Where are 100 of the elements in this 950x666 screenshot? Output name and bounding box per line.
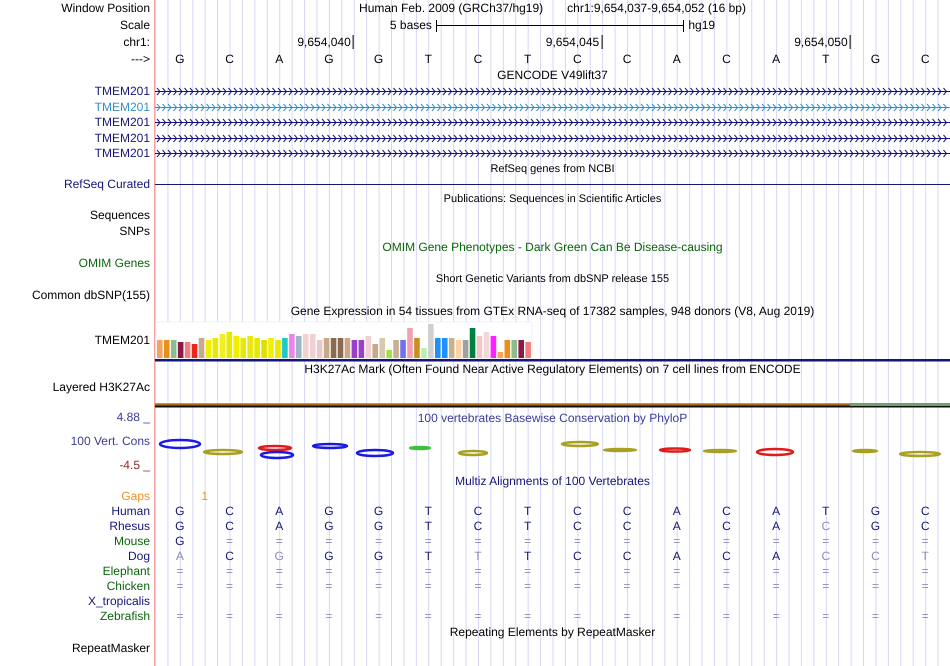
aligned-base: =	[274, 565, 284, 579]
aligned-base: =	[622, 535, 632, 549]
track-title: Publications: Sequences in Scientific Articles	[444, 193, 662, 206]
base-letter: G	[323, 52, 335, 66]
base-letter: C	[472, 52, 484, 66]
aligned-base: C	[572, 520, 583, 534]
aligned-base: =	[572, 610, 582, 624]
track-label[interactable]: RefSeq Curated	[64, 178, 150, 192]
ruler-tick: 9,654,045	[546, 35, 602, 49]
track-label[interactable]: TMEM201	[94, 132, 150, 145]
track-label[interactable]: Sequences	[90, 208, 150, 222]
aligned-base: =	[225, 610, 234, 624]
aligned-base: =	[473, 535, 482, 549]
base-letter: A	[771, 52, 782, 66]
track-title: Multiz Alignments of 100 Vertebrates	[455, 474, 650, 488]
aligned-base: G	[372, 520, 384, 534]
aligned-base: C	[721, 550, 732, 564]
track-label[interactable]: OMIM Genes	[78, 256, 150, 270]
track-label[interactable]: Common dbSNP(155)	[32, 288, 150, 302]
aligned-base: C	[224, 520, 235, 534]
aligned-base: =	[374, 580, 384, 594]
aligned-base: =	[424, 565, 433, 579]
aligned-base: =	[920, 535, 930, 549]
axis-max-label: 4.88 _	[116, 410, 150, 424]
track-label[interactable]: TMEM201	[94, 100, 150, 114]
track-title: H3K27Ac Mark (Often Found Near Active Regulatory Elements) on 7 cell lines from ENCODE	[304, 362, 801, 376]
aligned-base: A	[174, 550, 185, 564]
track-label[interactable]: RepeatMasker	[72, 642, 150, 656]
aligned-base: =	[374, 565, 384, 579]
track-label[interactable]: Dog	[128, 550, 150, 564]
aligned-base: C	[721, 505, 732, 519]
aligned-base: =	[821, 565, 830, 579]
aligned-base: C	[224, 550, 235, 564]
aligned-base: =	[473, 565, 482, 579]
aligned-base: A	[771, 520, 782, 534]
aligned-base: =	[772, 580, 781, 594]
axis-min-label: -4.5 _	[119, 459, 150, 472]
aligned-base: C	[820, 550, 832, 564]
track-label[interactable]: TMEM201	[94, 85, 150, 98]
track-label[interactable]: Rhesus	[109, 520, 150, 534]
aligned-base: A	[274, 520, 284, 534]
aligned-base: =	[870, 535, 880, 549]
track-title: Repeating Elements by RepeatMasker	[450, 626, 656, 640]
aligned-base: T	[424, 505, 433, 519]
track-title: OMIM Gene Phenotypes - Dark Green Can Be Disease-causing	[382, 240, 723, 254]
aligned-base: G	[323, 520, 335, 534]
aligned-base: =	[523, 565, 532, 579]
aligned-base: A	[672, 550, 682, 564]
base-letter: A	[672, 52, 682, 66]
aligned-base: C	[920, 505, 930, 519]
track-label[interactable]: TMEM201	[94, 116, 150, 130]
assembly-text: hg19	[688, 18, 716, 32]
track-label[interactable]: Elephant	[102, 565, 150, 579]
track-label[interactable]: 100 Vert. Cons	[70, 434, 150, 448]
aligned-base: =	[324, 610, 334, 624]
row-label: Window Position	[61, 2, 150, 16]
aligned-base: =	[274, 535, 284, 549]
aligned-base: C	[870, 550, 881, 564]
track-title: GENCODE V49lift37	[497, 69, 608, 83]
aligned-base: C	[622, 520, 632, 534]
scale-text: 5 bases	[390, 18, 432, 32]
track-label[interactable]: Layered H3K27Ac	[52, 380, 150, 394]
base-letter: C	[572, 52, 583, 66]
aligned-base: T	[424, 550, 433, 564]
track-label[interactable]: Chicken	[106, 580, 150, 594]
aligned-base: =	[672, 580, 682, 594]
aligned-base: =	[225, 565, 234, 579]
aligned-base: G	[174, 520, 186, 534]
aligned-base: G	[174, 535, 186, 549]
aligned-base: =	[324, 535, 334, 549]
track-label[interactable]: Mouse	[114, 535, 150, 549]
track-label[interactable]: TMEM201	[94, 147, 150, 160]
aligned-base: A	[274, 505, 284, 519]
aligned-base: =	[175, 580, 184, 594]
ruler-tick: 9,654,050	[794, 35, 851, 49]
base-letter: C	[721, 52, 732, 66]
aligned-base: =	[572, 580, 582, 594]
aligned-base: G	[174, 505, 186, 519]
aligned-base: =	[870, 610, 880, 624]
aligned-base: =	[523, 535, 532, 549]
track-label[interactable]: TMEM201	[94, 334, 150, 348]
aligned-base: =	[722, 580, 731, 594]
base-letter: T	[522, 52, 532, 66]
base-letter: C	[224, 52, 235, 66]
aligned-base: G	[372, 505, 384, 519]
aligned-base: =	[424, 580, 433, 594]
base-letter: T	[424, 52, 433, 66]
aligned-base: =	[572, 535, 582, 549]
track-label[interactable]: Zebrafish	[100, 610, 150, 624]
track-label[interactable]: SNPs	[119, 224, 150, 238]
base-letter: G	[870, 52, 882, 66]
aligned-base: =	[870, 565, 880, 579]
aligned-base: =	[175, 565, 184, 579]
track-label[interactable]: X_tropicalis	[88, 595, 150, 609]
aligned-base: =	[672, 610, 682, 624]
aligned-base: =	[772, 535, 781, 549]
aligned-base: =	[225, 580, 234, 594]
aligned-base: G	[274, 550, 285, 564]
track-label[interactable]: Human	[111, 505, 150, 519]
aligned-base: =	[324, 565, 334, 579]
